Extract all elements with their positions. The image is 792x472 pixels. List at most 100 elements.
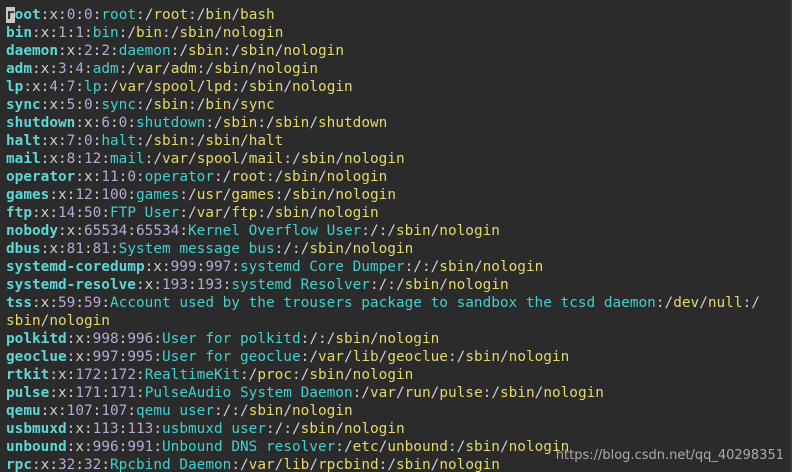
username: adm (6, 61, 32, 77)
username: nobody (6, 223, 58, 239)
path-segment: var (369, 385, 396, 401)
uid: 3 (58, 61, 67, 77)
field-separator: : (257, 205, 267, 221)
path-segment: var (317, 349, 344, 365)
field-separator: : (361, 223, 370, 239)
path-slash: / (214, 25, 223, 41)
field-separator: : (196, 259, 206, 275)
gid: 172 (110, 367, 137, 383)
gid: 193 (196, 277, 223, 293)
gid: 65534 (136, 223, 180, 239)
passwd-line: daemon:x:2:2:daemon:/sbin:/sbin/nologin (6, 42, 792, 60)
field-separator: : (335, 439, 344, 455)
path-slash: / (292, 421, 301, 437)
uid: 32 (58, 457, 76, 472)
field-separator: : (283, 151, 293, 167)
field-separator: : (179, 223, 188, 239)
field-separator: : (188, 133, 197, 149)
path-slash: / (343, 439, 353, 455)
path-segment: sbin (335, 331, 370, 347)
field-separator: : (421, 259, 431, 275)
field-separator: : (101, 79, 111, 95)
password-field: x (144, 277, 154, 293)
gid: 0 (84, 7, 93, 23)
path-slash: / (309, 115, 318, 131)
path-slash: / (473, 259, 483, 275)
field-separator: : (136, 385, 145, 401)
field-separator: : (84, 331, 93, 347)
password-field: x (49, 403, 58, 419)
field-separator: : (153, 349, 163, 365)
field-separator: : (49, 205, 59, 221)
path-segment: nologin (326, 169, 388, 185)
path-slash: / (231, 97, 241, 113)
field-separator: : (136, 7, 145, 23)
passwd-line: tss:x:59:59:Account used by the trousers… (6, 294, 792, 312)
path-segment: halt (248, 133, 284, 149)
uid: 996 (92, 439, 119, 455)
field-separator: : (75, 205, 85, 221)
gid: 32 (84, 457, 102, 472)
path-segment: sbin (309, 367, 344, 383)
field-separator: : (127, 187, 137, 203)
field-separator: : (49, 61, 59, 77)
field-separator: : (153, 439, 163, 455)
field-separator: : (58, 97, 67, 113)
path-segment: bash (240, 7, 275, 23)
uid: 59 (58, 295, 76, 311)
username: unbound (6, 439, 67, 455)
username: ftp (6, 205, 32, 221)
passwd-line: geoclue:x:997:995:User for geoclue:/var/… (6, 348, 792, 366)
path-segment: sbin (179, 25, 215, 41)
path-slash: / (214, 115, 223, 131)
path-slash: / (309, 349, 318, 365)
field-separator: : (49, 367, 58, 383)
field-separator: : (75, 115, 84, 131)
gid: 0 (84, 133, 93, 149)
path-slash: / (699, 295, 708, 311)
password-field: x (58, 385, 67, 401)
path-segment: etc (352, 439, 379, 455)
field-separator: : (49, 385, 58, 401)
path-slash: / (266, 205, 275, 221)
gid: 50 (84, 205, 102, 221)
field-separator: : (32, 25, 41, 41)
uid: 11 (101, 169, 119, 185)
passwd-line: systemd-resolve:x:193:193:systemd Resolv… (6, 276, 792, 294)
path-slash: / (378, 277, 388, 293)
gecos: root (101, 7, 137, 23)
password-field: x (83, 169, 93, 185)
path-segment: sbin (300, 421, 336, 437)
path-slash: / (664, 295, 674, 311)
password-field: x (58, 187, 67, 203)
password-field: x (49, 7, 59, 23)
path-slash: / (240, 151, 249, 167)
path-segment: sbin (214, 61, 249, 77)
path-slash: / (430, 259, 440, 275)
username: bin (6, 25, 32, 41)
path-slash: / (369, 331, 379, 347)
uid: 113 (92, 421, 119, 437)
gecos: halt (101, 133, 137, 149)
uid: 65534 (84, 223, 128, 239)
field-separator: : (136, 367, 145, 383)
username: operator (6, 169, 76, 185)
gid: 0 (127, 169, 136, 185)
path-segment: rpcbind (318, 457, 379, 472)
field-separator: : (265, 421, 275, 437)
gecos: Rpcbind Daemon (110, 457, 232, 472)
uid: 172 (75, 367, 102, 383)
terminal-window[interactable]: root:x:0:0:root:/root:/bin/bash bin:x:1:1… (0, 0, 792, 472)
field-separator: : (32, 457, 41, 472)
password-field: x (75, 349, 84, 365)
path-slash: / (343, 349, 353, 365)
gecos: shutdown (136, 115, 206, 131)
path-segment: sbin (205, 133, 241, 149)
field-separator: : (84, 421, 93, 437)
path-segment: bin (205, 97, 232, 113)
passwd-line: polkitd:x:998:996:User for polkitd:/:/sb… (6, 330, 792, 348)
path-slash: / (395, 385, 405, 401)
passwd-line: rtkit:x:172:172:RealtimeKit:/proc:/sbin/… (6, 366, 792, 384)
path-segment: sbin (248, 79, 284, 95)
passwd-line: nobody:x:65534:65534:Kernel Overflow Use… (6, 222, 792, 240)
